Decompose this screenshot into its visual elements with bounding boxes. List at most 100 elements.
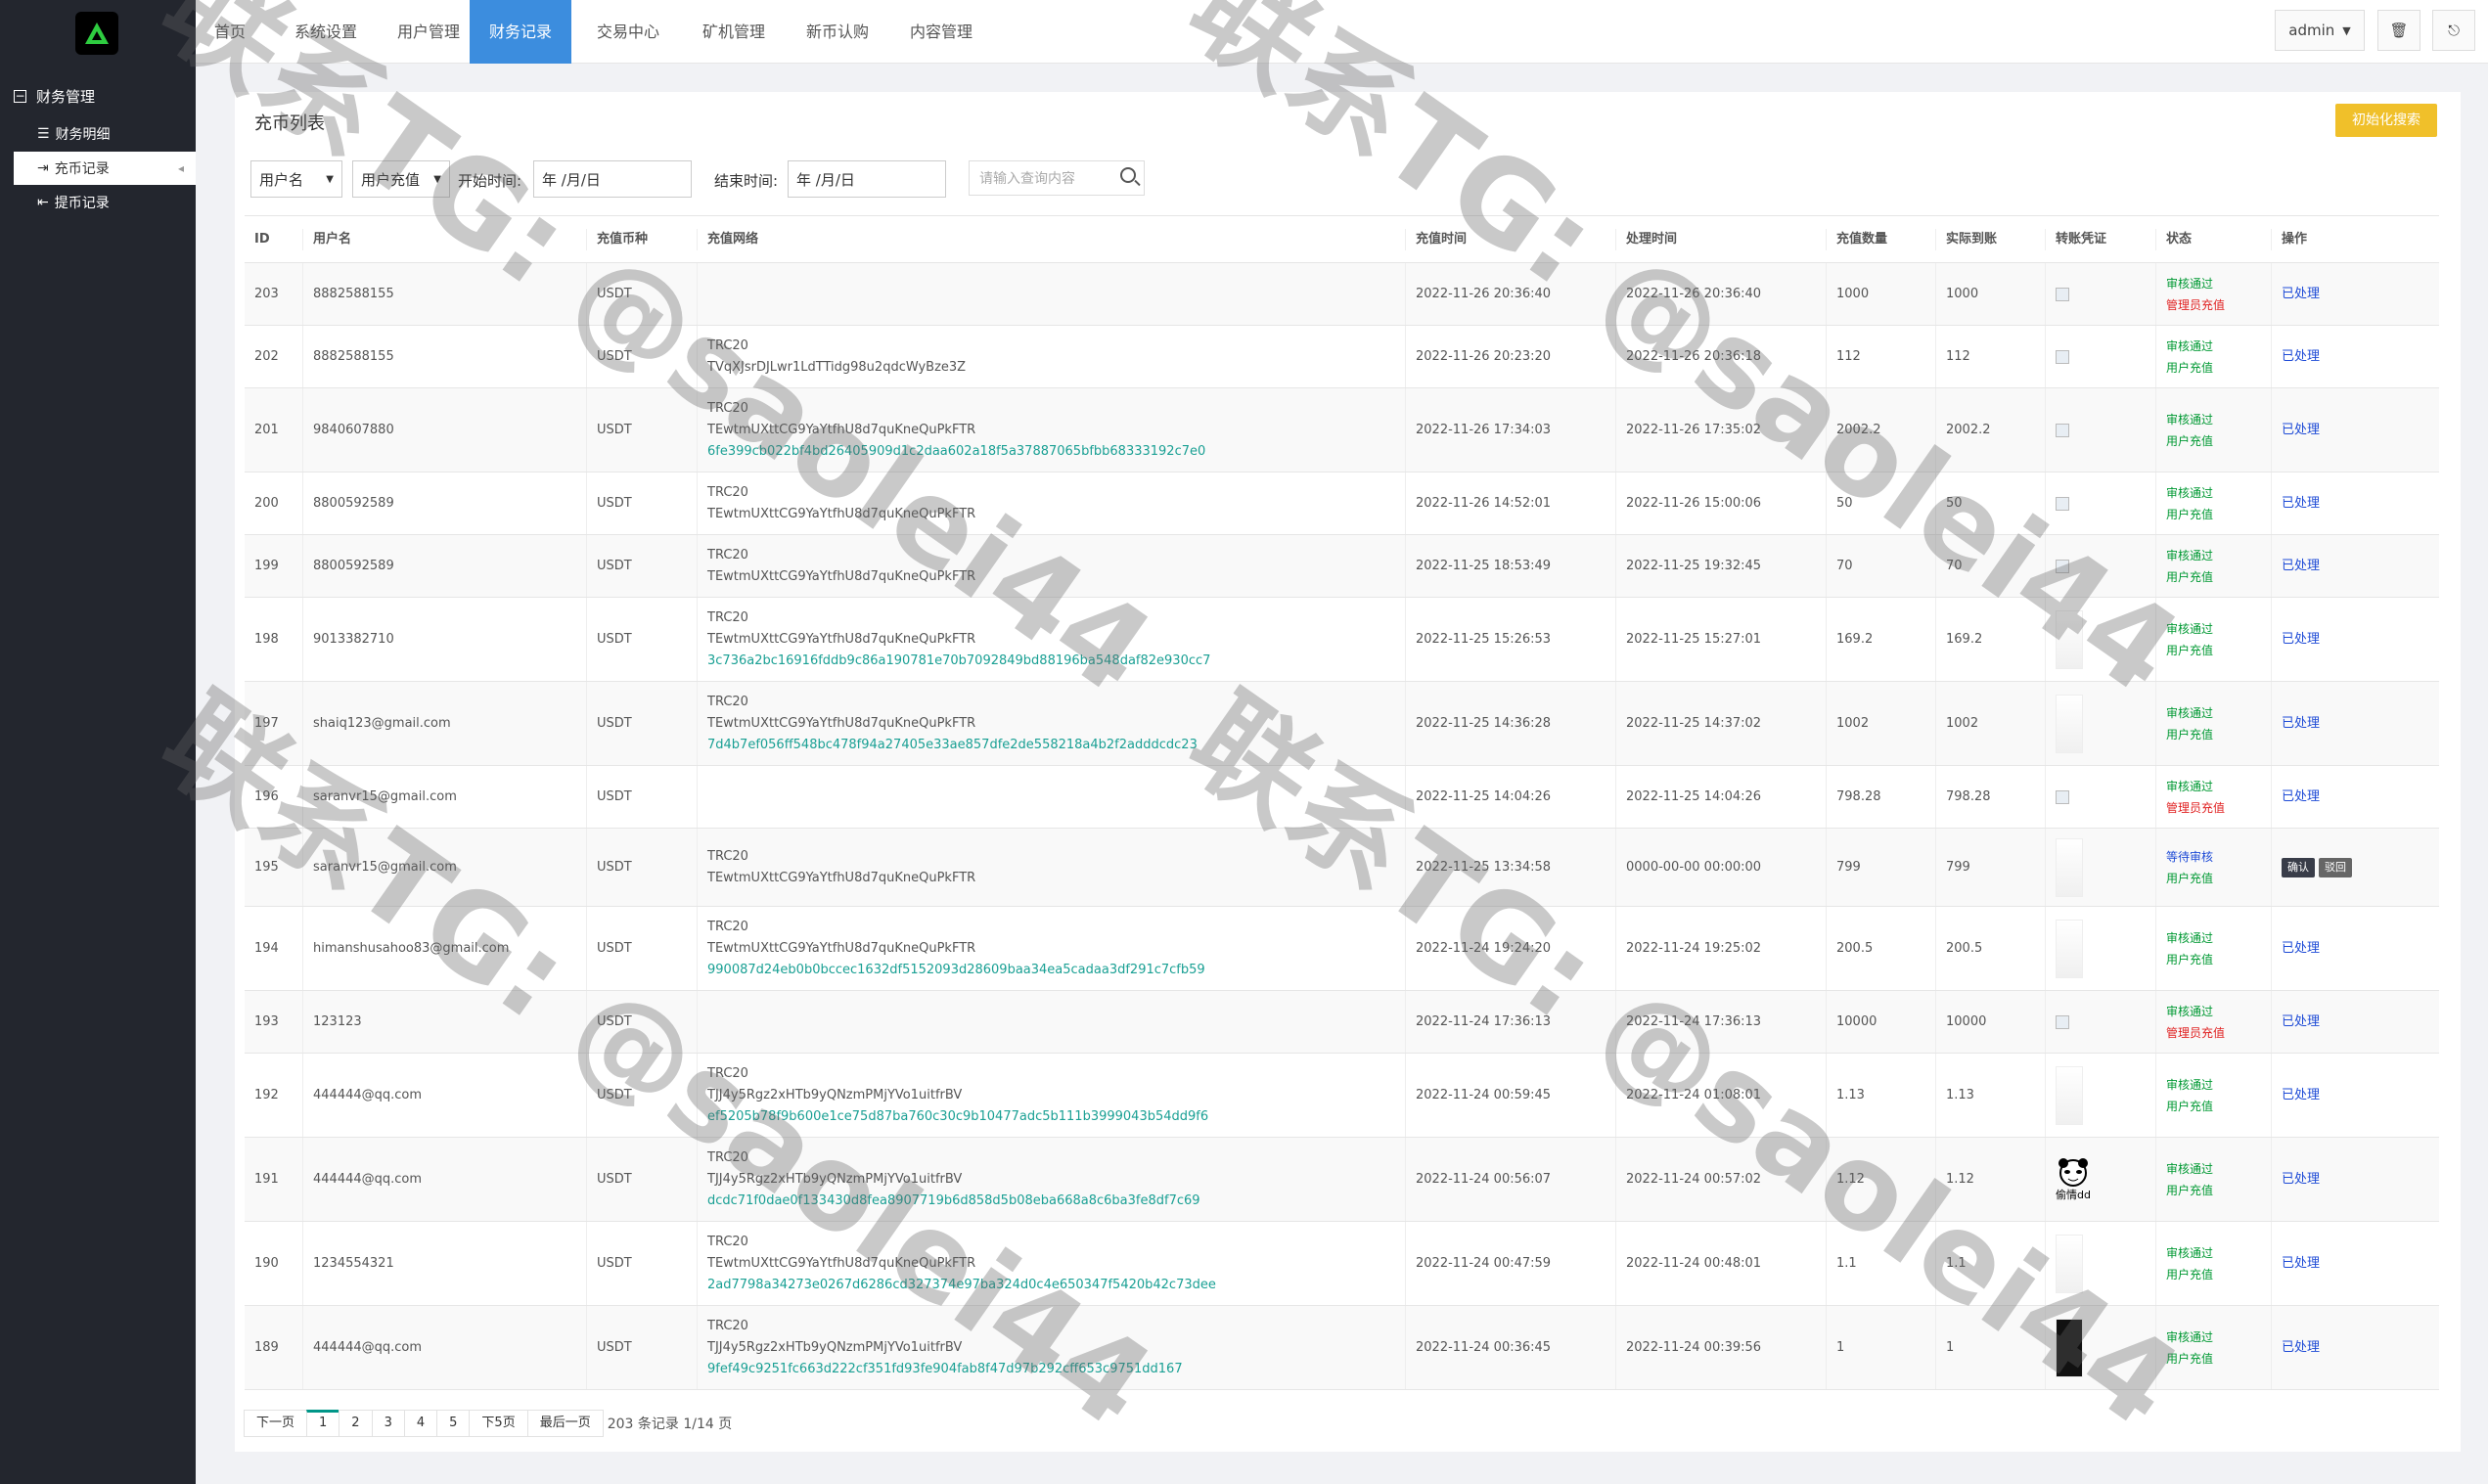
nav-content-management[interactable]: 内容管理 — [890, 0, 992, 64]
app-logo[interactable] — [75, 12, 118, 55]
voucher-thumbnail[interactable]: 偷情dd — [2056, 1157, 2091, 1202]
reject-button[interactable]: 驳回 — [2319, 857, 2352, 877]
deposit-address: TEwtmUXttCG9YaYtfhU8d7quKneQuPkFTR — [707, 568, 976, 584]
broken-image-icon[interactable] — [2056, 789, 2069, 804]
logout-button[interactable]: ⎋ — [2432, 10, 2475, 51]
sidebar-item-withdraw-records[interactable]: ⇤ 提币记录 — [14, 186, 196, 219]
broken-image-icon[interactable] — [2056, 496, 2069, 511]
processed-link[interactable]: 已处理 — [2282, 1085, 2429, 1106]
voucher-thumbnail[interactable] — [2056, 837, 2083, 897]
processed-link[interactable]: 已处理 — [2282, 346, 2429, 368]
cell-coin: USDT — [587, 766, 698, 828]
nav-system-settings[interactable]: 系统设置 — [272, 0, 380, 64]
table-row: 189 444444@qq.com USDT TRC20 TJJ4y5Rgz2xHTb9… — [245, 1306, 2439, 1390]
processed-link[interactable]: 已处理 — [2282, 629, 2429, 651]
col-status: 状态 — [2156, 228, 2272, 250]
caret-down-icon: ▼ — [433, 173, 441, 185]
row-process-time: 2022-11-26 20:36:40 — [1626, 286, 1762, 301]
processed-link[interactable]: 已处理 — [2282, 284, 2429, 305]
start-date-input[interactable]: 年 /月/日 — [533, 160, 692, 198]
search-icon[interactable] — [1120, 167, 1136, 183]
processed-link[interactable]: 已处理 — [2282, 1169, 2429, 1191]
page-1[interactable]: 1 — [306, 1410, 340, 1437]
processed-link[interactable]: 已处理 — [2282, 713, 2429, 735]
row-process-time: 2022-11-24 00:57:02 — [1626, 1171, 1762, 1187]
search-input[interactable]: 请输入查询内容 — [969, 160, 1145, 196]
row-received: 1.13 — [1946, 1087, 1974, 1102]
cell-process-time: 2022-11-24 01:08:01 — [1616, 1054, 1827, 1137]
prev-page-button[interactable]: 下一页 — [244, 1410, 308, 1437]
page-4[interactable]: 4 — [403, 1410, 438, 1437]
nav-home[interactable]: 首页 — [196, 0, 264, 64]
status-label: 审核通过 — [2166, 1161, 2214, 1176]
caret-down-icon: ▼ — [2342, 23, 2351, 37]
row-amount: 1000 — [1836, 286, 1870, 301]
table-row: 196 saranvr15@gmail.com USDT 2022-11-25 14:… — [245, 766, 2439, 829]
tx-hash: 3c736a2bc16916fddb9c86a190781e70b7092849… — [707, 652, 1211, 668]
page-5[interactable]: 5 — [436, 1410, 471, 1437]
broken-image-icon[interactable] — [2056, 349, 2069, 364]
cell-network: TRC20 TEwtmUXttCG9YaYtfhU8d7quKneQuPkFTR — [698, 829, 1406, 906]
processed-link[interactable]: 已处理 — [2282, 938, 2429, 960]
row-deposit-time: 2022-11-26 20:36:40 — [1416, 286, 1552, 301]
nav-miner-management[interactable]: 矿机管理 — [685, 0, 783, 64]
deposit-address: TVqXJsrDJLwr1LdTTidg98u2qdcWyBze3Z — [707, 359, 967, 375]
broken-image-icon[interactable] — [2056, 287, 2069, 301]
broken-image-icon[interactable] — [2056, 1014, 2069, 1029]
sidebar-item-deposit-records[interactable]: ⇥ 充币记录 ◂ — [14, 152, 196, 185]
broken-image-icon[interactable] — [2056, 559, 2069, 573]
status-source: 用户充值 — [2166, 569, 2214, 584]
clear-cache-button[interactable]: 🗑 — [2377, 10, 2420, 51]
sidebar-group-finance[interactable]: − 财务管理 — [14, 86, 95, 107]
voucher-thumbnail[interactable] — [2056, 919, 2083, 978]
cell-voucher — [2046, 263, 2156, 325]
processed-link[interactable]: 已处理 — [2282, 420, 2429, 441]
end-date-input[interactable]: 年 /月/日 — [788, 160, 946, 198]
cell-id: 191 — [245, 1138, 303, 1221]
processed-link[interactable]: 已处理 — [2282, 556, 2429, 577]
cell-network — [698, 766, 1406, 828]
processed-link[interactable]: 已处理 — [2282, 1337, 2429, 1359]
field-select[interactable]: 用户名 ▼ — [250, 160, 342, 198]
nav-trade-center[interactable]: 交易中心 — [579, 0, 677, 64]
cell-process-time: 2022-11-24 00:48:01 — [1616, 1222, 1827, 1305]
voucher-thumbnail[interactable] — [2056, 609, 2083, 669]
row-username: 9013382710 — [313, 631, 394, 647]
processed-link[interactable]: 已处理 — [2282, 1012, 2429, 1033]
confirm-button[interactable]: 确认 — [2282, 857, 2315, 877]
table-row: 199 8800592589 USDT TRC20 TEwtmUXttCG9YaYtfh… — [245, 535, 2439, 598]
processed-link[interactable]: 已处理 — [2282, 787, 2429, 808]
last-page-button[interactable]: 最后一页 — [526, 1410, 604, 1437]
cell-network: TRC20 TEwtmUXttCG9YaYtfhU8d7quKneQuPkFTR 9… — [698, 907, 1406, 990]
nav-user-management[interactable]: 用户管理 — [380, 0, 477, 64]
voucher-thumbnail[interactable] — [2056, 1318, 2083, 1377]
sidebar-item-finance-detail[interactable]: ☰ 财务明细 — [14, 117, 196, 151]
cell-id: 195 — [245, 829, 303, 906]
cell-amount: 1000 — [1827, 263, 1936, 325]
nav-new-coin-subscription[interactable]: 新币认购 — [787, 0, 888, 64]
voucher-thumbnail[interactable] — [2056, 1234, 2083, 1293]
row-deposit-time: 2022-11-26 17:34:03 — [1416, 422, 1552, 437]
next-5-pages-button[interactable]: 下5页 — [469, 1410, 528, 1437]
cell-deposit-time: 2022-11-25 15:26:53 — [1406, 598, 1616, 681]
voucher-thumbnail[interactable] — [2056, 694, 2083, 753]
cell-voucher — [2046, 388, 2156, 472]
voucher-thumbnail[interactable] — [2056, 1065, 2083, 1125]
cell-deposit-time: 2022-11-24 00:56:07 — [1406, 1138, 1616, 1221]
nav-finance-records[interactable]: 财务记录 — [470, 0, 571, 64]
table-row: 197 shaiq123@gmail.com USDT TRC20 TEwtmUXttC… — [245, 682, 2439, 766]
cell-coin: USDT — [587, 535, 698, 597]
page-3[interactable]: 3 — [371, 1410, 405, 1437]
page-2[interactable]: 2 — [339, 1410, 373, 1437]
type-select[interactable]: 用户充值 ▼ — [352, 160, 450, 198]
reset-search-button[interactable]: 初始化搜索 — [2335, 104, 2437, 137]
actions-cell: 已处理 — [2272, 598, 2439, 681]
processed-link[interactable]: 已处理 — [2282, 493, 2429, 515]
admin-dropdown[interactable]: admin ▼ — [2275, 10, 2365, 51]
cell-username: shaiq123@gmail.com — [303, 682, 587, 765]
broken-image-icon[interactable] — [2056, 423, 2069, 437]
tx-hash: dcdc71f0dae0f133430d8fea8907719b6d858d5b… — [707, 1192, 1200, 1208]
cell-status: 审核通过 用户充值 — [2156, 598, 2272, 681]
processed-link[interactable]: 已处理 — [2282, 1253, 2429, 1275]
cell-amount: 798.28 — [1827, 766, 1936, 828]
